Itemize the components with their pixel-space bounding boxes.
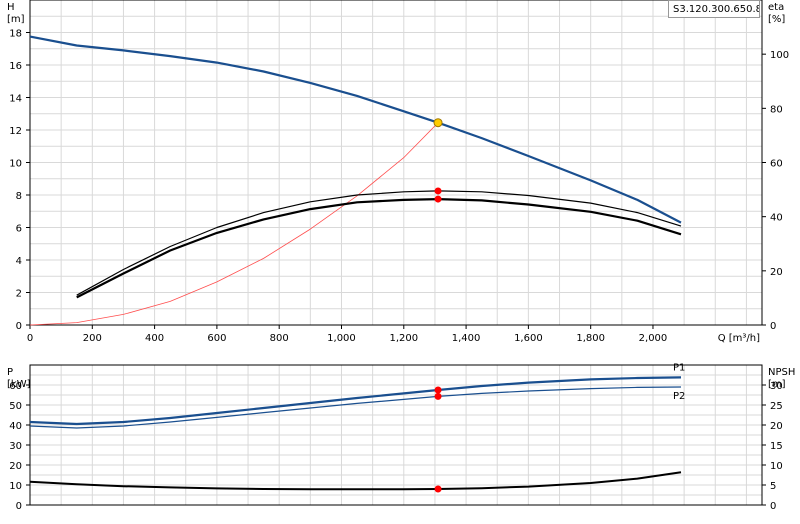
pump-performance-chart: 0 2 4 6 8 10 12 14 16 18 0 20 40 60 80 100 0 200 400 600 800…	[0, 0, 800, 520]
chart1-ytick-label-left: 18	[9, 29, 22, 40]
chart1-ytick-label-right: 60	[770, 159, 783, 170]
chart2-ylabel-right: NPSH	[768, 367, 795, 378]
chart1-ytick-label-right: 100	[770, 50, 789, 61]
chart1-xtick-label: 1,000	[327, 333, 356, 344]
chart1-ytick-label-left: 4	[16, 256, 22, 267]
chart2-ylabel-left-unit: [kW]	[7, 379, 31, 390]
chart2-duty-point-p2	[434, 392, 442, 400]
chart2-ylabel-left: P	[7, 367, 13, 378]
chart1-ylabel-left: H	[7, 2, 15, 13]
chart-canvas: 0246810121416180204060801000 200 400 600 800…	[7, 0, 795, 512]
chart1-ytick-label-left: 2	[16, 289, 22, 300]
chart1-ytick-label-left: 10	[9, 159, 22, 170]
chart1-ytick-label-left: 12	[9, 126, 22, 137]
chart1-xlabel: Q [m³/h]	[718, 333, 760, 344]
chart1-xtick-label: 1,400	[452, 333, 481, 344]
chart2-ytick-label-left: 10	[9, 481, 22, 492]
chart2-ytick-label-left: 50	[9, 401, 22, 412]
chart1-ytick-label-left: 16	[9, 61, 22, 72]
chart1-ytick-label-left: 0	[16, 321, 22, 332]
chart1-ytick-label-left: 8	[16, 191, 22, 202]
chart1-xtick-label: 1,200	[389, 333, 418, 344]
chart1-ytick-label-left: 6	[16, 224, 22, 235]
chart1-ytick-label-left: 14	[9, 94, 22, 105]
chart2-ytick-label-left: 0	[16, 501, 22, 512]
chart1-xtick-label: 2,000	[639, 333, 668, 344]
chart2-ytick-label-right: 5	[770, 481, 776, 492]
chart1-xtick-label: 400	[145, 333, 164, 344]
chart2-ytick-label-right: 20	[770, 421, 783, 432]
chart2-duty-point-p1	[434, 386, 442, 394]
chart1-xtick-label: 600	[207, 333, 226, 344]
chart2-series-label-p2: P2	[673, 391, 685, 402]
chart1-xtick-label: 1,800	[576, 333, 605, 344]
chart2-ytick-label-right: 15	[770, 441, 783, 452]
chart2-ytick-label-left: 20	[9, 461, 22, 472]
chart2-ytick-label-right: 25	[770, 401, 783, 412]
chart1-ylabel-left-unit: [m]	[7, 14, 25, 25]
pump-model-label: S3.120.300.650.8.	[668, 0, 760, 18]
chart1-duty-point-efficiency-lower	[434, 195, 442, 203]
chart2-duty-point-npsh	[434, 485, 442, 493]
chart2-ytick-label-left: 30	[9, 441, 22, 452]
chart1-duty-point-head	[433, 118, 443, 128]
chart1-ylabel-right-unit: [%]	[768, 14, 785, 25]
chart2-ylabel-right-unit: [m]	[768, 379, 786, 390]
chart2-ytick-label-left: 40	[9, 421, 22, 432]
chart1-ytick-label-right: 20	[770, 267, 783, 278]
chart2-ytick-label-right: 0	[770, 501, 776, 512]
chart1-ytick-label-right: 40	[770, 213, 783, 224]
chart1-ytick-label-right: 80	[770, 104, 783, 115]
chart2-series-label-p1: P1	[673, 362, 685, 373]
chart1-xtick-label: 0	[27, 333, 33, 344]
chart1-ytick-label-right: 0	[770, 321, 776, 332]
chart1-xtick-label: 1,600	[514, 333, 543, 344]
chart1-xtick-label: 200	[83, 333, 102, 344]
chart1-xtick-label: 800	[270, 333, 289, 344]
chart2-ytick-label-right: 10	[770, 461, 783, 472]
chart1-duty-point-efficiency-upper	[434, 187, 442, 195]
chart1-ylabel-right: eta	[768, 2, 784, 13]
